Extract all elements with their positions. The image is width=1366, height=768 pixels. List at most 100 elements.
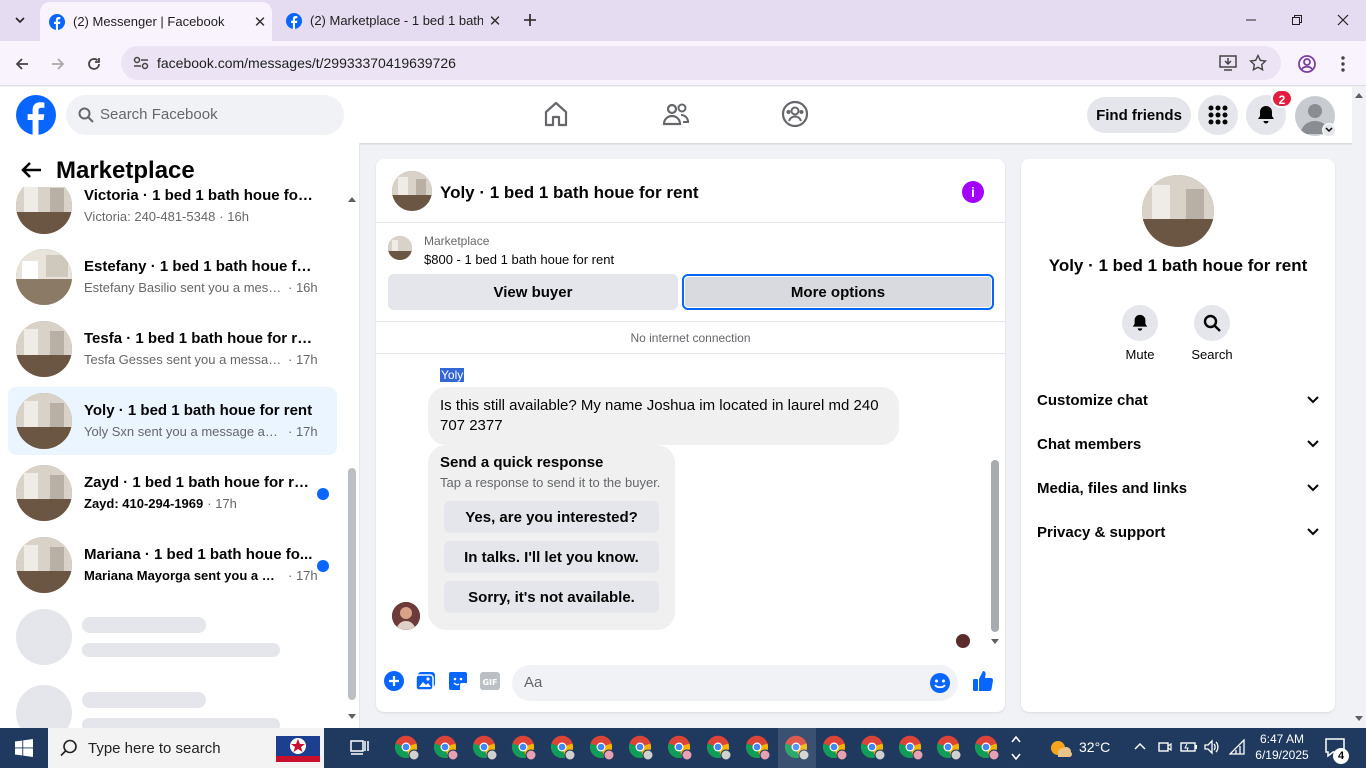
list-item-selected[interactable]: Yoly · 1 bed 1 bath houe for rent Yoly S… <box>8 387 337 455</box>
mute-button[interactable]: Mute <box>1110 305 1170 362</box>
install-app-icon[interactable] <box>1219 55 1237 71</box>
list-item[interactable]: Victoria · 1 bed 1 bath houe for r... Vi… <box>8 187 337 240</box>
quick-response-button[interactable]: Yes, are you interested? <box>444 501 659 533</box>
chrome-taskbar-icon[interactable] <box>550 735 576 761</box>
page-scrollbar[interactable] <box>1352 87 1366 728</box>
show-hidden-icons-icon[interactable] <box>1134 741 1146 753</box>
facebook-logo-icon[interactable] <box>16 95 56 135</box>
scroll-up-icon[interactable] <box>347 195 357 203</box>
sticker-icon[interactable] <box>446 669 470 693</box>
scrollbar-thumb[interactable] <box>991 460 999 632</box>
scrollbar-thumb[interactable] <box>348 468 356 700</box>
chrome-taskbar-icon[interactable] <box>936 735 962 761</box>
tab-close-icon[interactable]: ✕ <box>483 12 507 30</box>
privacy-support-section[interactable]: Privacy & support <box>1037 510 1319 554</box>
wifi-icon[interactable] <box>1229 739 1247 755</box>
chrome-taskbar-icon[interactable] <box>822 735 848 761</box>
chrome-taskbar-icon[interactable] <box>860 735 886 761</box>
quick-response-button[interactable]: Sorry, it's not available. <box>444 581 659 613</box>
conversation-title: Tesfa · 1 bed 1 bath houe for rent <box>84 330 316 347</box>
media-files-links-section[interactable]: Media, files and links <box>1037 466 1319 510</box>
site-settings-icon[interactable] <box>133 56 149 70</box>
back-icon[interactable] <box>9 51 35 77</box>
chrome-taskbar-icon[interactable] <box>472 735 498 761</box>
list-item[interactable]: Tesfa · 1 bed 1 bath houe for rent Tesfa… <box>8 315 337 383</box>
scroll-down-icon[interactable] <box>347 713 357 721</box>
panel-title: Marketplace <box>56 157 195 184</box>
plus-circle-icon[interactable] <box>382 669 406 693</box>
more-options-button[interactable]: More options <box>682 274 994 310</box>
chrome-taskbar-icon[interactable] <box>628 735 654 761</box>
weather-icon[interactable] <box>1048 738 1072 758</box>
list-item[interactable]: Zayd · 1 bed 1 bath houe for rent Zayd: … <box>8 459 337 527</box>
thumbs-up-icon[interactable] <box>971 669 995 693</box>
scroll-down-icon[interactable] <box>1354 715 1364 723</box>
restore-icon[interactable] <box>1274 0 1320 40</box>
home-icon[interactable] <box>542 100 570 128</box>
search-in-chat-button[interactable]: Search <box>1182 305 1242 362</box>
gif-icon[interactable]: GIF <box>478 669 502 693</box>
chat-title[interactable]: Yoly · 1 bed 1 bath houe for rent <box>440 183 699 203</box>
weather-temp[interactable]: 32°C <box>1079 739 1110 755</box>
message-bubble[interactable]: Is this still available? My name Joshua … <box>428 387 899 445</box>
clock[interactable]: 6:47 AM 6/19/2025 <box>1255 731 1309 763</box>
emoji-icon[interactable] <box>928 671 952 695</box>
chat-info-avatar[interactable] <box>1142 175 1214 247</box>
windows-start-icon[interactable] <box>15 739 33 757</box>
message-input[interactable]: Aa <box>512 665 958 701</box>
chrome-taskbar-icon[interactable] <box>433 735 459 761</box>
view-buyer-button[interactable]: View buyer <box>388 274 678 310</box>
scroll-up-icon[interactable] <box>1354 91 1364 99</box>
chrome-menu-icon[interactable] <box>1330 51 1356 77</box>
chrome-taskbar-icon[interactable] <box>974 735 1000 761</box>
back-arrow-icon[interactable] <box>20 161 42 179</box>
list-item[interactable]: Estefany · 1 bed 1 bath houe for ... Est… <box>8 243 337 311</box>
browser-titlebar: (2) Messenger | Facebook ✕ (2) Marketpla… <box>0 0 1366 41</box>
sender-avatar[interactable] <box>392 602 420 630</box>
chrome-taskbar-icon[interactable] <box>394 735 420 761</box>
bookmark-star-icon[interactable] <box>1249 54 1267 72</box>
menu-grid-button[interactable] <box>1198 95 1238 135</box>
chrome-taskbar-icon[interactable] <box>667 735 693 761</box>
listing-title[interactable]: $800 - 1 bed 1 bath houe for rent <box>424 252 614 267</box>
facebook-search-input[interactable]: Search Facebook <box>66 95 344 135</box>
new-tab-icon[interactable] <box>507 0 553 40</box>
tab-close-icon[interactable]: ✕ <box>248 13 272 31</box>
chrome-taskbar-icon[interactable] <box>745 735 771 761</box>
listing-banner: Marketplace $800 - 1 bed 1 bath houe for… <box>376 224 1005 274</box>
chrome-taskbar-icon[interactable] <box>511 735 537 761</box>
battery-icon[interactable] <box>1180 740 1198 754</box>
listing-thumbnail[interactable] <box>388 236 412 260</box>
tab-marketplace[interactable]: (2) Marketplace - 1 bed 1 bath h ✕ <box>277 0 507 41</box>
quick-response-button[interactable]: In talks. I'll let you know. <box>444 541 659 573</box>
meet-now-icon[interactable] <box>1158 739 1172 755</box>
taskbar-search-input[interactable]: Type here to search <box>48 728 324 768</box>
chat-members-section[interactable]: Chat members <box>1037 422 1319 466</box>
account-chevron-icon[interactable] <box>1322 123 1336 137</box>
taskbar-scroll-icon[interactable] <box>1011 730 1021 766</box>
customize-chat-section[interactable]: Customize chat <box>1037 378 1319 422</box>
volume-icon[interactable] <box>1204 739 1220 755</box>
find-friends-button[interactable]: Find friends <box>1087 97 1191 133</box>
profile-icon[interactable] <box>1294 51 1320 77</box>
chrome-taskbar-icon[interactable] <box>589 735 615 761</box>
close-window-icon[interactable] <box>1320 0 1366 40</box>
info-icon[interactable]: i <box>962 181 984 203</box>
groups-icon[interactable] <box>781 100 809 128</box>
address-bar[interactable]: facebook.com/messages/t/2993337041963972… <box>121 46 1281 80</box>
chrome-taskbar-icon[interactable] <box>898 735 924 761</box>
scroll-down-icon[interactable] <box>990 638 1000 646</box>
tab-messenger[interactable]: (2) Messenger | Facebook ✕ <box>40 2 272 41</box>
tab-search-chevron-icon[interactable] <box>0 0 40 40</box>
photo-icon[interactable] <box>414 669 438 693</box>
friends-icon[interactable] <box>662 100 690 128</box>
task-view-icon[interactable] <box>350 739 370 757</box>
forward-icon[interactable] <box>45 51 71 77</box>
chrome-taskbar-icon[interactable] <box>706 735 732 761</box>
conversation-list-scrollbar[interactable] <box>345 193 357 723</box>
reload-icon[interactable] <box>81 51 107 77</box>
list-item[interactable]: Mariana · 1 bed 1 bath houe fo... Marian… <box>8 531 337 599</box>
message-scrollbar[interactable] <box>988 355 1002 655</box>
minimize-icon[interactable] <box>1228 0 1274 40</box>
chat-avatar[interactable] <box>392 171 432 211</box>
